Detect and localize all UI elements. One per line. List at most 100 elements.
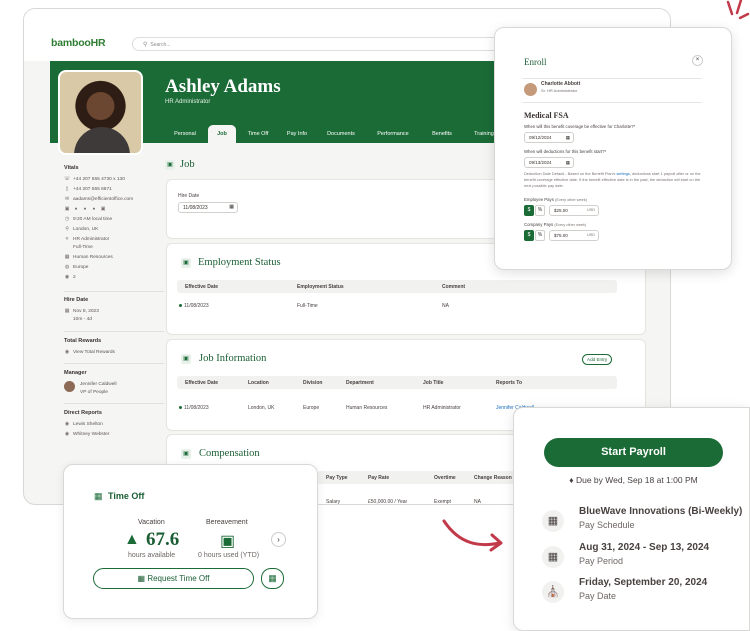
table-cell: London, UK	[248, 405, 275, 411]
calculator-button[interactable]: ▦	[261, 568, 284, 589]
hire-date: ▦ Nov 8, 2023	[64, 309, 99, 314]
tab-job[interactable]: Job	[208, 125, 236, 143]
manager-name[interactable]: Jennifer Caldwell	[80, 382, 117, 387]
employee-pays-input[interactable]: $25.00 USD	[549, 205, 599, 216]
direct-reports-heading: Direct Reports	[64, 410, 102, 416]
deduction-question: When will deductions for this benefit st…	[524, 149, 607, 154]
twitter-icon[interactable]: ●	[73, 207, 79, 212]
phone-icon: ☏	[64, 177, 70, 182]
deduction-date-value: 09/13/2024	[529, 160, 552, 165]
facebook-icon[interactable]: ●	[82, 207, 88, 212]
email-text: aadams@efficientoffice.com	[73, 197, 134, 202]
table-cell: 11/08/2023	[179, 405, 209, 411]
table-cell: Human Resources	[346, 405, 388, 411]
table-header: Effective Date Employment Status Comment	[177, 280, 617, 293]
building-icon: ▦	[64, 255, 70, 260]
table-cell: Europe	[303, 405, 320, 411]
pay-schedule-label: Pay Schedule	[579, 520, 635, 530]
search-placeholder: Search...	[150, 42, 171, 48]
dollar-toggle[interactable]: $	[524, 205, 534, 216]
coverage-date-field[interactable]: 09/12/2024 ▦	[524, 132, 574, 143]
search-icon: ⚲	[143, 42, 148, 48]
job-title-text: HR Administrator	[73, 237, 110, 242]
deduction-date-field[interactable]: 09/13/2024 ▦	[524, 157, 574, 168]
percent-toggle[interactable]: %	[535, 230, 545, 241]
sparkle-stroke	[738, 12, 750, 20]
tab-performance[interactable]: Performance	[368, 125, 418, 143]
settings-link[interactable]: settings	[616, 171, 629, 176]
department-text: Human Resources	[73, 255, 113, 260]
tab-time-off[interactable]: Time Off	[240, 125, 276, 143]
hire-date-field[interactable]: 11/08/2023 ▦	[178, 202, 238, 213]
region: ◍ Europe	[64, 265, 89, 270]
calendar-icon[interactable]: ▦	[566, 160, 570, 166]
calendar-icon: ▦	[64, 309, 70, 314]
calendar-icon[interactable]: ▦	[229, 204, 234, 210]
tab-personal[interactable]: Personal	[164, 125, 206, 143]
sparkle-decoration	[726, 0, 750, 20]
social-icons[interactable]: ▣ ● ● ● ▣	[64, 207, 109, 212]
calendar-icon[interactable]: ▦	[566, 135, 570, 141]
table-header: Effective Date Location Division Departm…	[177, 376, 617, 389]
table-cell: Exempt	[434, 499, 451, 505]
time-off-card: ▦ Time Off Vacation ▲ 67.6 hours availab…	[63, 464, 318, 619]
hire-date-value: 11/08/2023	[183, 205, 208, 211]
tab-documents[interactable]: Documents	[318, 125, 364, 143]
department: ▦ Human Resources	[64, 255, 113, 260]
palm-tree-icon: ▲	[124, 531, 140, 548]
employment-type: Full-Time	[73, 245, 93, 250]
search-input[interactable]: ⚲ Search...	[132, 37, 520, 51]
payroll-due: ♦ Due by Wed, Sep 18 at 1:00 PM	[544, 475, 723, 485]
close-button[interactable]: ×	[692, 55, 703, 66]
total-rewards-link[interactable]: ◉ View Total Rewards	[64, 350, 115, 355]
tab-pay-info[interactable]: Pay Info	[280, 125, 314, 143]
status-icon: ▣	[181, 258, 191, 268]
pay-period-title: Aug 31, 2024 - Sep 13, 2024	[579, 542, 710, 553]
table-cell: Full-Time	[297, 303, 318, 309]
local-time-text: 9:20 AM local time	[73, 217, 113, 222]
location-text: London, UK	[73, 227, 99, 232]
company-pays-frequency: (Every other week)	[554, 223, 587, 227]
column-header: Effective Date	[185, 380, 219, 386]
start-payroll-button[interactable]: Start Payroll	[544, 438, 723, 467]
sidebar: Vitals ☏ +44 207 555 4730 x 130 ▯ +44 207 …	[64, 159, 174, 459]
vitals-heading: Vitals	[64, 165, 79, 171]
person-title: Sr. HR Administrator	[541, 88, 578, 93]
table-cell: HR Administrator	[423, 405, 461, 411]
direct-report-item[interactable]: ◉ Whitney Webster	[64, 432, 110, 437]
add-entry-button[interactable]: Add Entry	[582, 354, 613, 365]
bank-icon: ⛪	[542, 581, 564, 603]
tab-benefits[interactable]: Benefits	[422, 125, 462, 143]
column-header: Division	[303, 380, 323, 386]
arrow-decoration	[442, 519, 503, 552]
employment-status-heading: Employment Status	[198, 257, 281, 268]
employee-pays-value: $25.00	[554, 208, 568, 213]
reports-count: ◉ 2	[64, 275, 76, 280]
email[interactable]: ✉ aadams@efficientoffice.com	[64, 197, 133, 202]
company-pays-input[interactable]: $75.00 USD	[549, 230, 599, 241]
direct-report-item[interactable]: ◉ Lewis Shelton	[64, 422, 103, 427]
linkedin-icon[interactable]: ▣	[64, 207, 70, 212]
percent-toggle[interactable]: %	[535, 205, 545, 216]
vacation-sub: hours available	[128, 552, 176, 559]
sparkle-stroke	[726, 0, 734, 16]
dollar-toggle[interactable]: $	[524, 230, 534, 241]
column-header: Overtime	[434, 475, 456, 481]
request-time-off-button[interactable]: ▦ Request Time Off	[93, 568, 254, 589]
person-icon: ◉	[64, 432, 70, 437]
eye-icon: ◉	[64, 350, 70, 355]
payroll-card: Start Payroll ♦ Due by Wed, Sep 18 at 1:…	[513, 407, 750, 631]
currency-label: USD	[586, 233, 595, 237]
pinterest-icon[interactable]: ●	[91, 207, 97, 212]
column-header: Department	[346, 380, 374, 386]
hire-date-label: Hire Date	[178, 193, 200, 199]
direct-report-name: Lewis Shelton	[73, 422, 103, 427]
bamboohr-logo[interactable]: bambooHR	[51, 37, 106, 49]
pay-date-title: Friday, September 20, 2024	[579, 577, 708, 588]
instagram-icon[interactable]: ▣	[100, 207, 106, 212]
pay-date-label: Pay Date	[579, 591, 617, 601]
enroll-modal: Enroll × Charlotte Abbott Sr. HR Adminis…	[494, 27, 732, 270]
time-off-heading: Time Off	[108, 491, 145, 501]
next-button[interactable]: ›	[271, 532, 286, 547]
sparkle-stroke	[735, 0, 743, 15]
